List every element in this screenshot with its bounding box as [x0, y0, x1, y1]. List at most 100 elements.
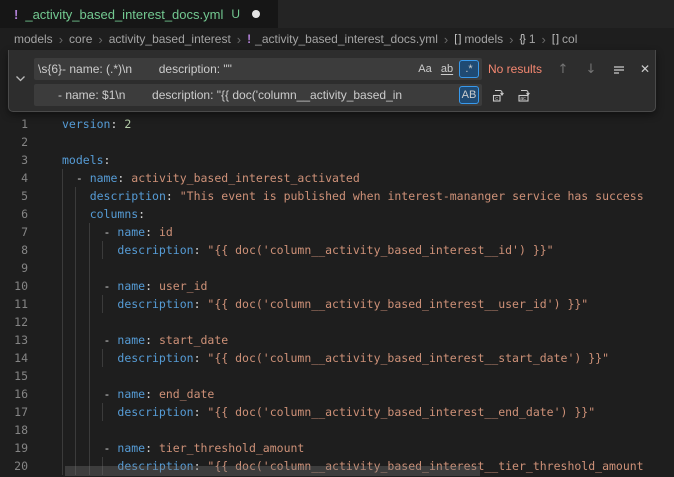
code-line[interactable]: 15 — [0, 367, 674, 385]
code-line[interactable]: 13 - name: start_date — [0, 331, 674, 349]
find-input[interactable]: \s{6}- name: (.*)\n description: "" Aa a… — [34, 58, 482, 80]
code-line[interactable]: 3 models: — [0, 151, 674, 169]
yaml-file-icon: ! — [247, 32, 251, 46]
code-text: - name: activity_based_interest_activate… — [62, 169, 360, 187]
line-number: 1 — [0, 115, 28, 133]
line-number: 19 — [0, 439, 28, 457]
regex-button[interactable]: .* — [459, 60, 479, 78]
replace-button[interactable]: c — [488, 85, 508, 105]
editor-pane[interactable]: 1version: 223models:4 - name: activity_b… — [0, 50, 674, 477]
code-line[interactable]: 14 description: "{{ doc('column__activit… — [0, 349, 674, 367]
replace-input[interactable]: - name: $1\n description: "{{ doc('colum… — [34, 84, 482, 106]
line-number: 15 — [0, 367, 28, 385]
code-line[interactable]: 16 - name: end_date — [0, 385, 674, 403]
code-text: - name: start_date — [62, 331, 228, 349]
code-line[interactable]: 7 - name: id — [0, 223, 674, 241]
replace-all-button[interactable]: ac — [514, 85, 534, 105]
line-number: 2 — [0, 133, 28, 151]
chevron-down-icon — [15, 71, 26, 89]
line-number: 8 — [0, 241, 28, 259]
code-text: description: "{{ doc('column__activity_b… — [62, 403, 595, 421]
code-text: version: 2 — [62, 115, 131, 133]
replace-icon: c — [491, 88, 506, 103]
replace-all-icon: ac — [517, 88, 532, 103]
code-line[interactable]: 12 — [0, 313, 674, 331]
breadcrumb-item[interactable]: ! _activity_based_interest_docs.yml — [247, 32, 438, 46]
line-number: 16 — [0, 385, 28, 403]
match-case-button[interactable]: Aa — [415, 60, 435, 78]
line-number: 20 — [0, 457, 28, 475]
breadcrumb-separator-icon: › — [237, 32, 241, 47]
code-line[interactable]: 9 — [0, 259, 674, 277]
code-line[interactable]: 18 — [0, 421, 674, 439]
git-untracked-badge: U — [231, 7, 240, 21]
code-line[interactable]: 19 - name: tier_threshold_amount — [0, 439, 674, 457]
breadcrumb-item[interactable]: activity_based_interest — [109, 32, 231, 46]
line-number: 9 — [0, 259, 28, 277]
breadcrumb-item[interactable]: {} 1 — [519, 32, 535, 46]
code-line[interactable]: 8 description: "{{ doc('column__activity… — [0, 241, 674, 259]
array-symbol-icon: [ ] — [454, 33, 460, 45]
code-line[interactable]: 11 description: "{{ doc('column__activit… — [0, 295, 674, 313]
horizontal-scrollbar[interactable] — [65, 466, 480, 476]
next-match-button[interactable]: ↓ — [581, 59, 601, 79]
line-number: 17 — [0, 403, 28, 421]
arrow-up-icon: ↑ — [558, 62, 569, 77]
breadcrumb-item[interactable]: [ ] models — [454, 32, 503, 46]
line-number: 14 — [0, 349, 28, 367]
code-text: models: — [62, 151, 110, 169]
toggle-replace-button[interactable] — [10, 50, 30, 110]
find-results-label: No results — [488, 58, 542, 80]
vscode-window: ! _activity_based_interest_docs.yml U mo… — [0, 0, 674, 477]
code-area[interactable]: 1version: 223models:4 - name: activity_b… — [0, 115, 674, 475]
find-in-selection-button[interactable] — [609, 59, 629, 79]
breadcrumb-separator-icon: › — [542, 32, 546, 47]
arrow-down-icon: ↓ — [586, 62, 597, 77]
code-text: description: "{{ doc('column__activity_b… — [62, 241, 554, 259]
code-line[interactable]: 17 description: "{{ doc('column__activit… — [0, 403, 674, 421]
tab-bar: ! _activity_based_interest_docs.yml U — [0, 0, 674, 28]
code-line[interactable]: 5 description: "This event is published … — [0, 187, 674, 205]
close-icon: ✕ — [640, 62, 650, 76]
breadcrumb-label: col — [562, 32, 577, 46]
breadcrumb-separator-icon: › — [98, 32, 102, 47]
preserve-case-button[interactable]: AB — [459, 86, 479, 104]
close-find-widget-button[interactable]: ✕ — [635, 59, 655, 79]
whole-word-button[interactable]: ab — [437, 60, 457, 78]
breadcrumb: models › core › activity_based_interest ›! _ac… — [0, 28, 674, 50]
breadcrumb-item[interactable]: core — [69, 32, 92, 46]
breadcrumb-label: 1 — [529, 32, 536, 46]
breadcrumb-item[interactable]: models — [14, 32, 53, 46]
code-line[interactable]: 4 - name: activity_based_interest_activa… — [0, 169, 674, 187]
code-line[interactable]: 6 columns: — [0, 205, 674, 223]
replace-input-value: - name: $1\n description: "{{ doc('colum… — [38, 84, 452, 106]
breadcrumb-separator-icon: › — [59, 32, 63, 47]
line-number: 6 — [0, 205, 28, 223]
breadcrumb-item[interactable]: [ ] col — [552, 32, 578, 46]
svg-text:c: c — [495, 96, 498, 102]
tab-title: _activity_based_interest_docs.yml — [25, 7, 223, 22]
breadcrumb-label: models — [464, 32, 503, 46]
yaml-file-icon: ! — [14, 7, 18, 22]
line-number: 3 — [0, 151, 28, 169]
code-line[interactable]: 10 - name: user_id — [0, 277, 674, 295]
find-replace-widget: \s{6}- name: (.*)\n description: "" Aa a… — [8, 50, 656, 112]
code-text: description: "{{ doc('column__activity_b… — [62, 349, 609, 367]
line-number: 7 — [0, 223, 28, 241]
line-number: 12 — [0, 313, 28, 331]
breadcrumb-separator-icon: › — [444, 32, 448, 47]
unsaved-changes-dot-icon[interactable] — [252, 10, 260, 18]
svg-text:ac: ac — [520, 96, 526, 102]
breadcrumb-separator-icon: › — [509, 32, 513, 47]
line-number: 4 — [0, 169, 28, 187]
breadcrumb-label: _activity_based_interest_docs.yml — [255, 32, 438, 46]
line-number: 5 — [0, 187, 28, 205]
code-line[interactable]: 1 version: 2 — [0, 115, 674, 133]
object-symbol-icon: {} — [519, 33, 524, 45]
tab-activity-based-interest-docs[interactable]: ! _activity_based_interest_docs.yml U — [0, 0, 278, 28]
breadcrumb-label: core — [69, 32, 92, 46]
code-text: description: "{{ doc('column__activity_b… — [62, 295, 588, 313]
previous-match-button[interactable]: ↑ — [553, 59, 573, 79]
array-symbol-icon: [ ] — [552, 33, 558, 45]
code-line[interactable]: 2 — [0, 133, 674, 151]
